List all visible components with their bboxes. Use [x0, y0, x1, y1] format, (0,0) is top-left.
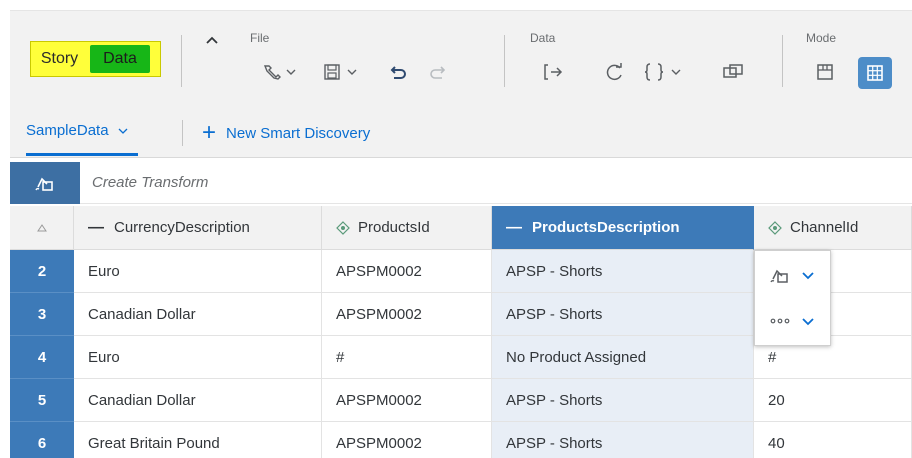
table-cell[interactable]: 20 [754, 379, 912, 422]
table-cell[interactable]: Canadian Dollar [74, 293, 322, 336]
table-cell[interactable]: Great Britain Pound [74, 422, 322, 458]
table-cell[interactable]: APSPM0002 [322, 293, 492, 336]
tab-label: SampleData [26, 122, 109, 139]
table-cell[interactable]: Canadian Dollar [74, 379, 322, 422]
formula-icon [644, 63, 681, 81]
table-cell[interactable]: APSPM0002 [322, 379, 492, 422]
tab-sampledata[interactable]: SampleData [26, 122, 129, 146]
data-mode-button[interactable]: Data [90, 45, 150, 73]
column-header-currencydescription[interactable]: — CurrencyDescription [74, 206, 322, 250]
toolbar: Story Data File Data Mode [10, 10, 912, 110]
table-cell[interactable]: APSPM0002 [322, 250, 492, 293]
tools-menu-button[interactable] [258, 57, 302, 87]
data-group-label: Data [530, 31, 556, 45]
measure-marker-icon: — [506, 218, 522, 236]
table-cell[interactable]: APSP - Shorts [492, 250, 754, 293]
table-cell[interactable]: 40 [754, 422, 912, 458]
transform-bar: Create Transform [10, 162, 912, 204]
transform-button[interactable] [10, 162, 80, 204]
tab-divider [182, 120, 183, 146]
dataset-tab-bar: SampleData + New Smart Discovery [10, 110, 912, 158]
mode-switch: Story Data [30, 41, 161, 77]
triangle-up-icon [36, 223, 47, 231]
row-number[interactable]: 2 [10, 250, 74, 293]
select-all-corner[interactable] [10, 206, 74, 250]
column-header-productsdescription[interactable]: — ProductsDescription [492, 206, 754, 250]
redo-icon [430, 66, 446, 79]
table-cell[interactable]: Euro [74, 250, 322, 293]
import-data-button[interactable] [536, 57, 570, 87]
mode-group-label: Mode [806, 31, 837, 45]
row-number[interactable]: 3 [10, 293, 74, 336]
column-header-label: CurrencyDescription [114, 219, 250, 236]
file-group-label: File [250, 31, 270, 45]
more-icon [770, 318, 790, 324]
undo-icon [390, 66, 406, 79]
row-number[interactable]: 6 [10, 422, 74, 458]
save-icon [324, 64, 357, 80]
more-actions-menu-button[interactable] [755, 299, 832, 343]
toolbar-divider [504, 35, 505, 87]
wrench-icon [263, 65, 296, 80]
column-header-channelid[interactable]: ChannelId [754, 206, 912, 250]
active-tab-indicator [26, 153, 138, 156]
column-header-productsid[interactable]: ProductsId [322, 206, 492, 250]
create-transform-input[interactable]: Create Transform [92, 162, 592, 204]
transform-icon [35, 177, 53, 191]
row-number[interactable]: 4 [10, 336, 74, 379]
save-menu-button[interactable] [320, 57, 364, 87]
plus-icon: + [202, 119, 217, 146]
new-smart-discovery-button[interactable]: + New Smart Discovery [202, 120, 370, 146]
table-cell[interactable]: APSP - Shorts [492, 293, 754, 336]
transform-menu-button[interactable] [755, 253, 832, 297]
chevron-down-icon [802, 318, 814, 326]
new-smart-discovery-label: New Smart Discovery [226, 124, 371, 142]
table-cell[interactable]: APSP - Shorts [492, 379, 754, 422]
blueprint-icon [817, 64, 833, 80]
toolbar-divider [181, 35, 182, 87]
transform-icon [770, 269, 788, 283]
grid-icon [867, 65, 883, 81]
row-number[interactable]: 5 [10, 379, 74, 422]
collapse-toolbar-button[interactable] [200, 29, 224, 51]
column-header-label: ProductsId [358, 219, 430, 236]
column-action-popover [754, 250, 831, 346]
dimension-icon [336, 220, 350, 235]
story-mode-button[interactable]: Story [31, 42, 88, 76]
column-header-label: ChannelId [790, 219, 859, 236]
formula-menu-button[interactable] [640, 57, 690, 87]
table-cell[interactable]: # [322, 336, 492, 379]
undo-button[interactable] [382, 57, 416, 87]
copy-icon [723, 64, 743, 78]
table-cell[interactable]: APSPM0002 [322, 422, 492, 458]
dimension-icon [768, 220, 782, 235]
measure-marker-icon: — [88, 218, 104, 236]
refresh-icon [606, 63, 622, 81]
table-cell[interactable]: No Product Assigned [492, 336, 754, 379]
chevron-down-icon [118, 128, 128, 134]
toolbar-divider [782, 35, 783, 87]
import-icon [544, 64, 563, 80]
chevron-down-icon [802, 272, 814, 280]
blueprint-mode-button[interactable] [808, 57, 842, 87]
table-cell[interactable]: Euro [74, 336, 322, 379]
grid-mode-button[interactable] [858, 57, 892, 89]
column-header-label: ProductsDescription [532, 219, 680, 236]
table-cell[interactable]: APSP - Shorts [492, 422, 754, 458]
chevron-up-icon [206, 36, 218, 44]
redo-button[interactable] [420, 57, 454, 87]
refresh-button[interactable] [598, 57, 632, 87]
copy-button[interactable] [716, 57, 750, 87]
